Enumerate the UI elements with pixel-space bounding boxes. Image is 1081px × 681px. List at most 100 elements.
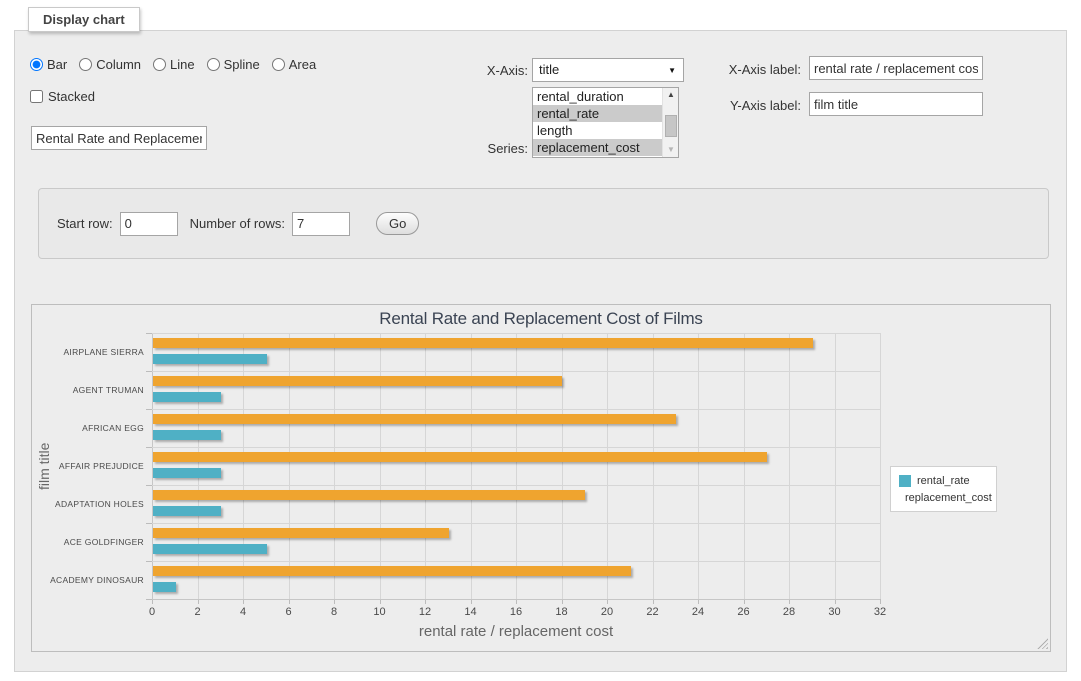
series-option-replacement-cost[interactable]: replacement_cost [533,139,678,156]
v-gridline [334,333,335,599]
x-tick-label: 4 [240,606,246,618]
rows-control-panel: Start row: Number of rows: Go [38,188,1049,259]
radio-bar[interactable] [30,58,43,71]
x-tick-label: 10 [373,606,385,618]
num-rows-label: Number of rows: [190,216,285,231]
series-option-rental-duration[interactable]: rental_duration [533,88,678,105]
y-axis-line [152,333,153,599]
start-row-input[interactable] [120,212,178,236]
x-tick-label: 12 [419,606,431,618]
radio-area[interactable] [272,58,285,71]
x-axis-line [152,599,880,600]
radio-bar-label[interactable]: Bar [47,57,67,72]
legend-label: rental_rate [917,475,970,487]
radio-column[interactable] [79,58,92,71]
v-gridline [789,333,790,599]
x-axis-select[interactable]: title ▼ [532,58,684,82]
x-tick-label: 22 [646,606,658,618]
v-gridline [516,333,517,599]
x-tick-label: 0 [149,606,155,618]
bar-rental_rate [153,430,221,440]
bar-rental_rate [153,544,267,554]
bar-replacement_cost [153,376,562,386]
dropdown-arrow-icon: ▼ [668,66,676,75]
chart-title: Rental Rate and Replacement Cost of Film… [32,309,1050,329]
radio-line-label[interactable]: Line [170,57,195,72]
bar-rental_rate [153,392,221,402]
chart-type-radios: Bar Column Line Spline Area [30,57,324,72]
h-gridline [152,561,880,562]
h-gridline [152,371,880,372]
v-gridline [380,333,381,599]
x-tick-label: 32 [874,606,886,618]
legend-label: replacement_cost [905,492,992,504]
chart-container: Rental Rate and Replacement Cost of Film… [31,304,1051,652]
scrollbar-thumb[interactable] [665,115,677,137]
bar-rental_rate [153,468,221,478]
h-gridline [152,523,880,524]
v-gridline [289,333,290,599]
bar-replacement_cost [153,414,676,424]
x-tick-label: 16 [510,606,522,618]
x-tick-label: 20 [601,606,613,618]
listbox-scrollbar[interactable]: ▲ ▼ [662,88,678,157]
legend-item-rental_rate[interactable]: rental_rate [899,472,988,489]
v-gridline [198,333,199,599]
stacked-label[interactable]: Stacked [48,89,95,104]
x-tick-label: 28 [783,606,795,618]
bar-replacement_cost [153,490,585,500]
y-tickmark [146,523,152,524]
x-tick-label: 8 [331,606,337,618]
stacked-checkbox[interactable] [30,90,43,103]
x-axis-select-label: X-Axis: [448,63,528,78]
bar-replacement_cost [153,338,813,348]
v-gridline [562,333,563,599]
h-gridline [152,333,880,334]
y-axis-label-input[interactable] [809,92,983,116]
radio-column-label[interactable]: Column [96,57,141,72]
y-tickmark [146,447,152,448]
v-gridline [744,333,745,599]
bar-replacement_cost [153,452,767,462]
series-option-rental-rate[interactable]: rental_rate [533,105,678,122]
series-option-length[interactable]: length [533,122,678,139]
v-gridline [471,333,472,599]
y-axis-title: film title [36,333,52,599]
radio-spline-label[interactable]: Spline [224,57,260,72]
x-axis-title: rental rate / replacement cost [152,623,880,640]
stacked-row: Stacked [30,89,95,104]
y-tickmark [146,333,152,334]
y-tickmark [146,371,152,372]
bar-rental_rate [153,354,267,364]
x-tickmark [880,599,881,604]
series-listbox[interactable]: rental_duration rental_rate length repla… [532,87,679,158]
x-tick-label: 14 [464,606,476,618]
panel-title: Display chart [28,7,140,32]
x-tick-label: 24 [692,606,704,618]
legend-item-replacement_cost[interactable]: replacement_cost [899,489,988,506]
v-gridline [698,333,699,599]
radio-spline[interactable] [207,58,220,71]
start-row-label: Start row: [57,216,113,231]
v-gridline [880,333,881,599]
scroll-down-icon[interactable]: ▼ [663,143,679,157]
radio-area-label[interactable]: Area [289,57,316,72]
radio-line[interactable] [153,58,166,71]
x-tick-label: 18 [555,606,567,618]
bar-replacement_cost [153,528,449,538]
y-tickmark [146,485,152,486]
x-axis-selected-value: title [539,62,559,77]
x-tick-label: 26 [737,606,749,618]
legend-swatch-icon [899,475,911,487]
h-gridline [152,447,880,448]
go-button[interactable]: Go [376,212,419,235]
bar-chart: Rental Rate and Replacement Cost of Film… [32,305,1050,651]
v-gridline [425,333,426,599]
y-axis-label-label: Y-Axis label: [705,98,801,113]
num-rows-input[interactable] [292,212,350,236]
chart-title-input[interactable] [31,126,207,150]
y-tickmark [146,599,152,600]
x-axis-label-input[interactable] [809,56,983,80]
scroll-up-icon[interactable]: ▲ [663,88,679,102]
chart-legend: rental_rate replacement_cost [890,466,997,512]
